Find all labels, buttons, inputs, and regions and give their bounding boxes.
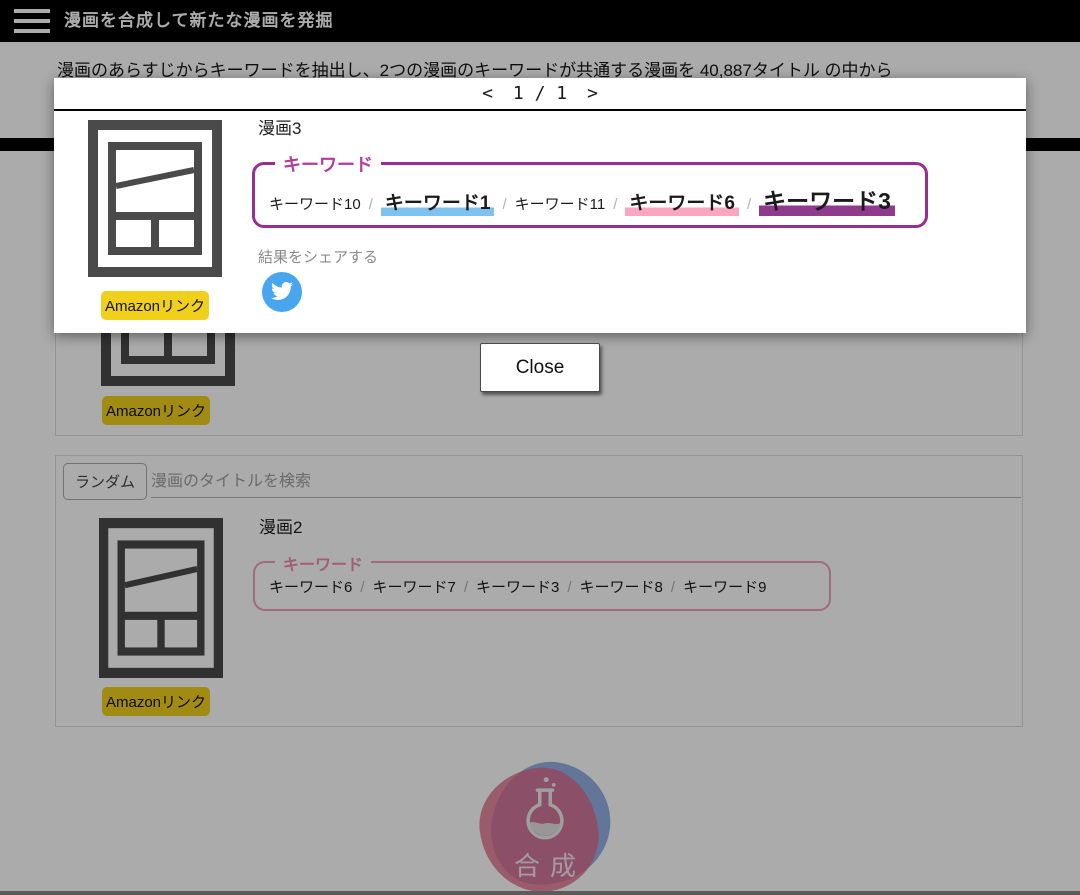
twitter-icon <box>271 280 293 305</box>
keyword-separator: / <box>369 196 373 213</box>
result-modal: < 1 / 1 > Amazonリンク 漫画3 キーワード キーワード10 / キー… <box>54 78 1026 333</box>
manga-placeholder-image <box>88 120 222 282</box>
app-root: 漫画を合成して新たな漫画を発掘 漫画のあらすじからキーワードを抽出し、2つの漫画… <box>0 0 1080 895</box>
prev-page-button[interactable]: < <box>482 83 493 104</box>
next-page-button[interactable]: > <box>587 83 598 104</box>
close-button[interactable]: Close <box>480 343 600 392</box>
keyword-tag-highlight-purple: キーワード3 <box>759 188 895 216</box>
page-indicator: 1 / 1 <box>513 83 567 104</box>
amazon-link-button[interactable]: Amazonリンク <box>101 291 209 320</box>
keyword-tag: キーワード10 <box>269 196 361 213</box>
keyword-box: キーワード キーワード10/キーワード1/キーワード11/キーワード6/キーワー… <box>252 162 928 228</box>
keyword-separator: / <box>747 196 751 213</box>
pagination: < 1 / 1 > <box>54 78 1026 111</box>
keyword-separator: / <box>613 196 617 213</box>
keyword-tag-highlight-blue: キーワード1 <box>381 193 495 216</box>
share-results-label: 結果をシェアする <box>258 246 378 267</box>
manga-title: 漫画3 <box>258 114 301 139</box>
keyword-tag: キーワード11 <box>515 196 606 213</box>
keyword-separator: / <box>502 196 506 213</box>
twitter-share-button[interactable] <box>262 272 302 312</box>
keyword-tag-highlight-pink: キーワード6 <box>625 193 739 216</box>
keyword-legend: キーワード <box>275 151 381 177</box>
